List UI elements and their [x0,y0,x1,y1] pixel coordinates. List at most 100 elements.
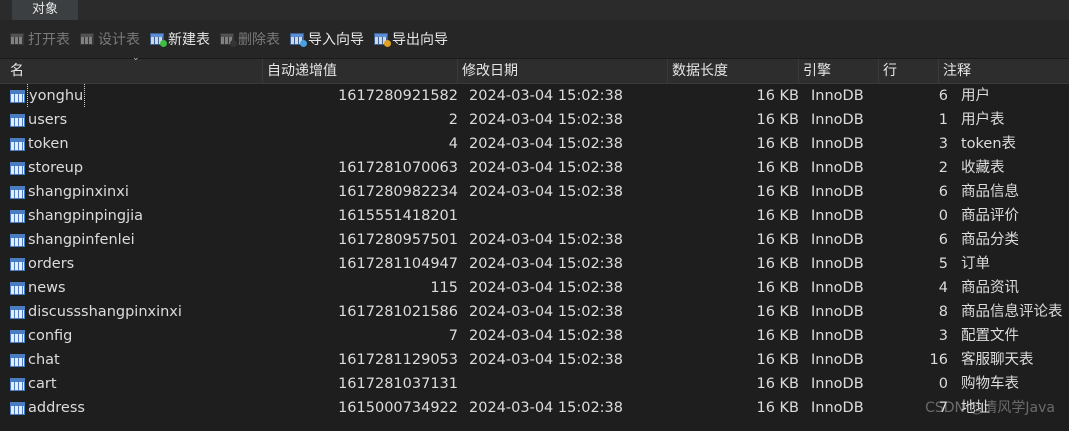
comment: 商品信息 [961,184,1019,200]
table-icon [10,233,25,247]
table-name: address [28,400,85,416]
data-length: 16 KB [756,160,799,176]
col-auto-increment[interactable]: 自动递增值 [263,59,458,83]
modified-date: 2024-03-04 15:02:38 [469,160,623,176]
engine: InnoDB [811,136,864,152]
table-icon [10,401,25,415]
engine: InnoDB [811,400,864,416]
engine: InnoDB [811,304,864,320]
table-row[interactable]: config 7 2024-03-04 15:02:38 16 KB InnoD… [0,324,1069,348]
modified-date: 2024-03-04 15:02:38 [469,304,623,320]
table-row[interactable]: chat 1617281129053 2024-03-04 15:02:38 1… [0,348,1069,372]
engine: InnoDB [811,88,864,104]
table-name: discussshangpinxinxi [28,304,182,320]
modified-date: 2024-03-04 15:02:38 [469,184,623,200]
comment: 收藏表 [961,160,1005,176]
auto-increment-value: 1617281129053 [338,352,458,368]
auto-increment-value: 1615551418201 [338,208,458,224]
modified-date: 2024-03-04 15:02:38 [469,256,623,272]
comment: 客服聊天表 [961,352,1034,368]
open-table-button[interactable]: 打开表 [10,29,70,49]
row-count: 3 [938,328,948,344]
comment: token表 [961,136,1017,152]
table-name: orders [28,256,75,272]
table-body: yonghu 1617280921582 2024-03-04 15:02:38… [0,84,1069,420]
row-count: 6 [938,184,948,200]
auto-increment-value: 2 [448,112,458,128]
table-icon [10,89,25,103]
auto-increment-value: 1617281104947 [338,256,458,272]
table-row[interactable]: cart 1617281037131 16 KB InnoDB 0 购物车表 [0,372,1069,396]
auto-increment-value: 1617280982234 [338,184,458,200]
table-row[interactable]: orders 1617281104947 2024-03-04 15:02:38… [0,252,1069,276]
data-length: 16 KB [756,88,799,104]
open-table-label: 打开表 [28,32,70,48]
auto-increment-value: 7 [448,328,458,344]
engine: InnoDB [811,112,864,128]
delete-table-button[interactable]: 删除表 [220,29,280,49]
sort-chevron-icon: ⌄ [132,53,140,63]
col-modified-date[interactable]: 修改日期 [458,59,668,83]
table-row[interactable]: news 115 2024-03-04 15:02:38 16 KB InnoD… [0,276,1069,300]
open-table-icon [10,33,24,45]
col-data-length[interactable]: 数据长度 [668,59,799,83]
table-name: users [28,112,68,128]
modified-date: 2024-03-04 15:02:38 [469,328,623,344]
watermark: CSDN @清风学Java [925,400,1055,416]
table-row[interactable]: storeup 1617281070063 2024-03-04 15:02:3… [0,156,1069,180]
table-row[interactable]: shangpinfenlei 1617280957501 2024-03-04 … [0,228,1069,252]
table-row[interactable]: shangpinxinxi 1617280982234 2024-03-04 1… [0,180,1069,204]
table-icon [10,305,25,319]
auto-increment-value: 1617281037131 [338,376,458,392]
design-table-button[interactable]: 设计表 [80,29,140,49]
col-rows[interactable]: 行 [879,59,939,83]
data-length: 16 KB [756,112,799,128]
modified-date: 2024-03-04 15:02:38 [469,136,623,152]
auto-increment-value: 1617280921582 [338,88,458,104]
new-table-button[interactable]: 新建表 [150,29,210,49]
modified-date [458,204,668,228]
table-header: ⌄ 名 自动递增值 修改日期 数据长度 引擎 行 注释 [0,53,1069,84]
table-name: news [28,280,66,296]
tab-objects[interactable]: 对象 [12,0,79,20]
comment: 商品评价 [961,208,1019,224]
comment: 商品资讯 [961,280,1019,296]
engine: InnoDB [811,232,864,248]
table-row[interactable]: users 2 2024-03-04 15:02:38 16 KB InnoDB… [0,108,1069,132]
table-row[interactable]: yonghu 1617280921582 2024-03-04 15:02:38… [0,84,1069,108]
toolbar: 打开表 设计表 新建表 删除表 导入向导 导出向导 [0,20,1069,59]
table-name: yonghu [26,84,86,108]
export-wizard-button[interactable]: 导出向导 [374,29,448,49]
auto-increment-value: 115 [430,280,458,296]
auto-increment-value: 1617281070063 [338,160,458,176]
row-count: 4 [938,280,948,296]
engine: InnoDB [811,160,864,176]
comment: 订单 [961,256,990,272]
table-icon [10,161,25,175]
comment: 购物车表 [961,376,1019,392]
data-length: 16 KB [756,184,799,200]
row-count: 6 [938,88,948,104]
table-name: shangpinxinxi [28,184,129,200]
table-icon [10,353,25,367]
row-count: 3 [938,136,948,152]
table-row[interactable]: shangpinpingjia 1615551418201 16 KB Inno… [0,204,1069,228]
table-row[interactable]: token 4 2024-03-04 15:02:38 16 KB InnoDB… [0,132,1069,156]
col-comment[interactable]: 注释 [939,59,1067,83]
comment: 用户表 [961,112,1005,128]
table-row[interactable]: address 1615000734922 2024-03-04 15:02:3… [0,396,1069,420]
table-icon [10,137,25,151]
comment: 配置文件 [961,328,1019,344]
table-row[interactable]: discussshangpinxinxi 1617281021586 2024-… [0,300,1069,324]
import-wizard-label: 导入向导 [308,32,364,48]
data-length: 16 KB [756,400,799,416]
modified-date: 2024-03-04 15:02:38 [469,88,623,104]
col-engine[interactable]: 引擎 [799,59,879,83]
table-name: chat [28,352,60,368]
table-name: shangpinpingjia [28,208,144,224]
row-count: 8 [938,304,948,320]
data-length: 16 KB [756,352,799,368]
modified-date: 2024-03-04 15:02:38 [469,280,623,296]
import-wizard-button[interactable]: 导入向导 [290,29,364,49]
row-count: 0 [938,208,948,224]
